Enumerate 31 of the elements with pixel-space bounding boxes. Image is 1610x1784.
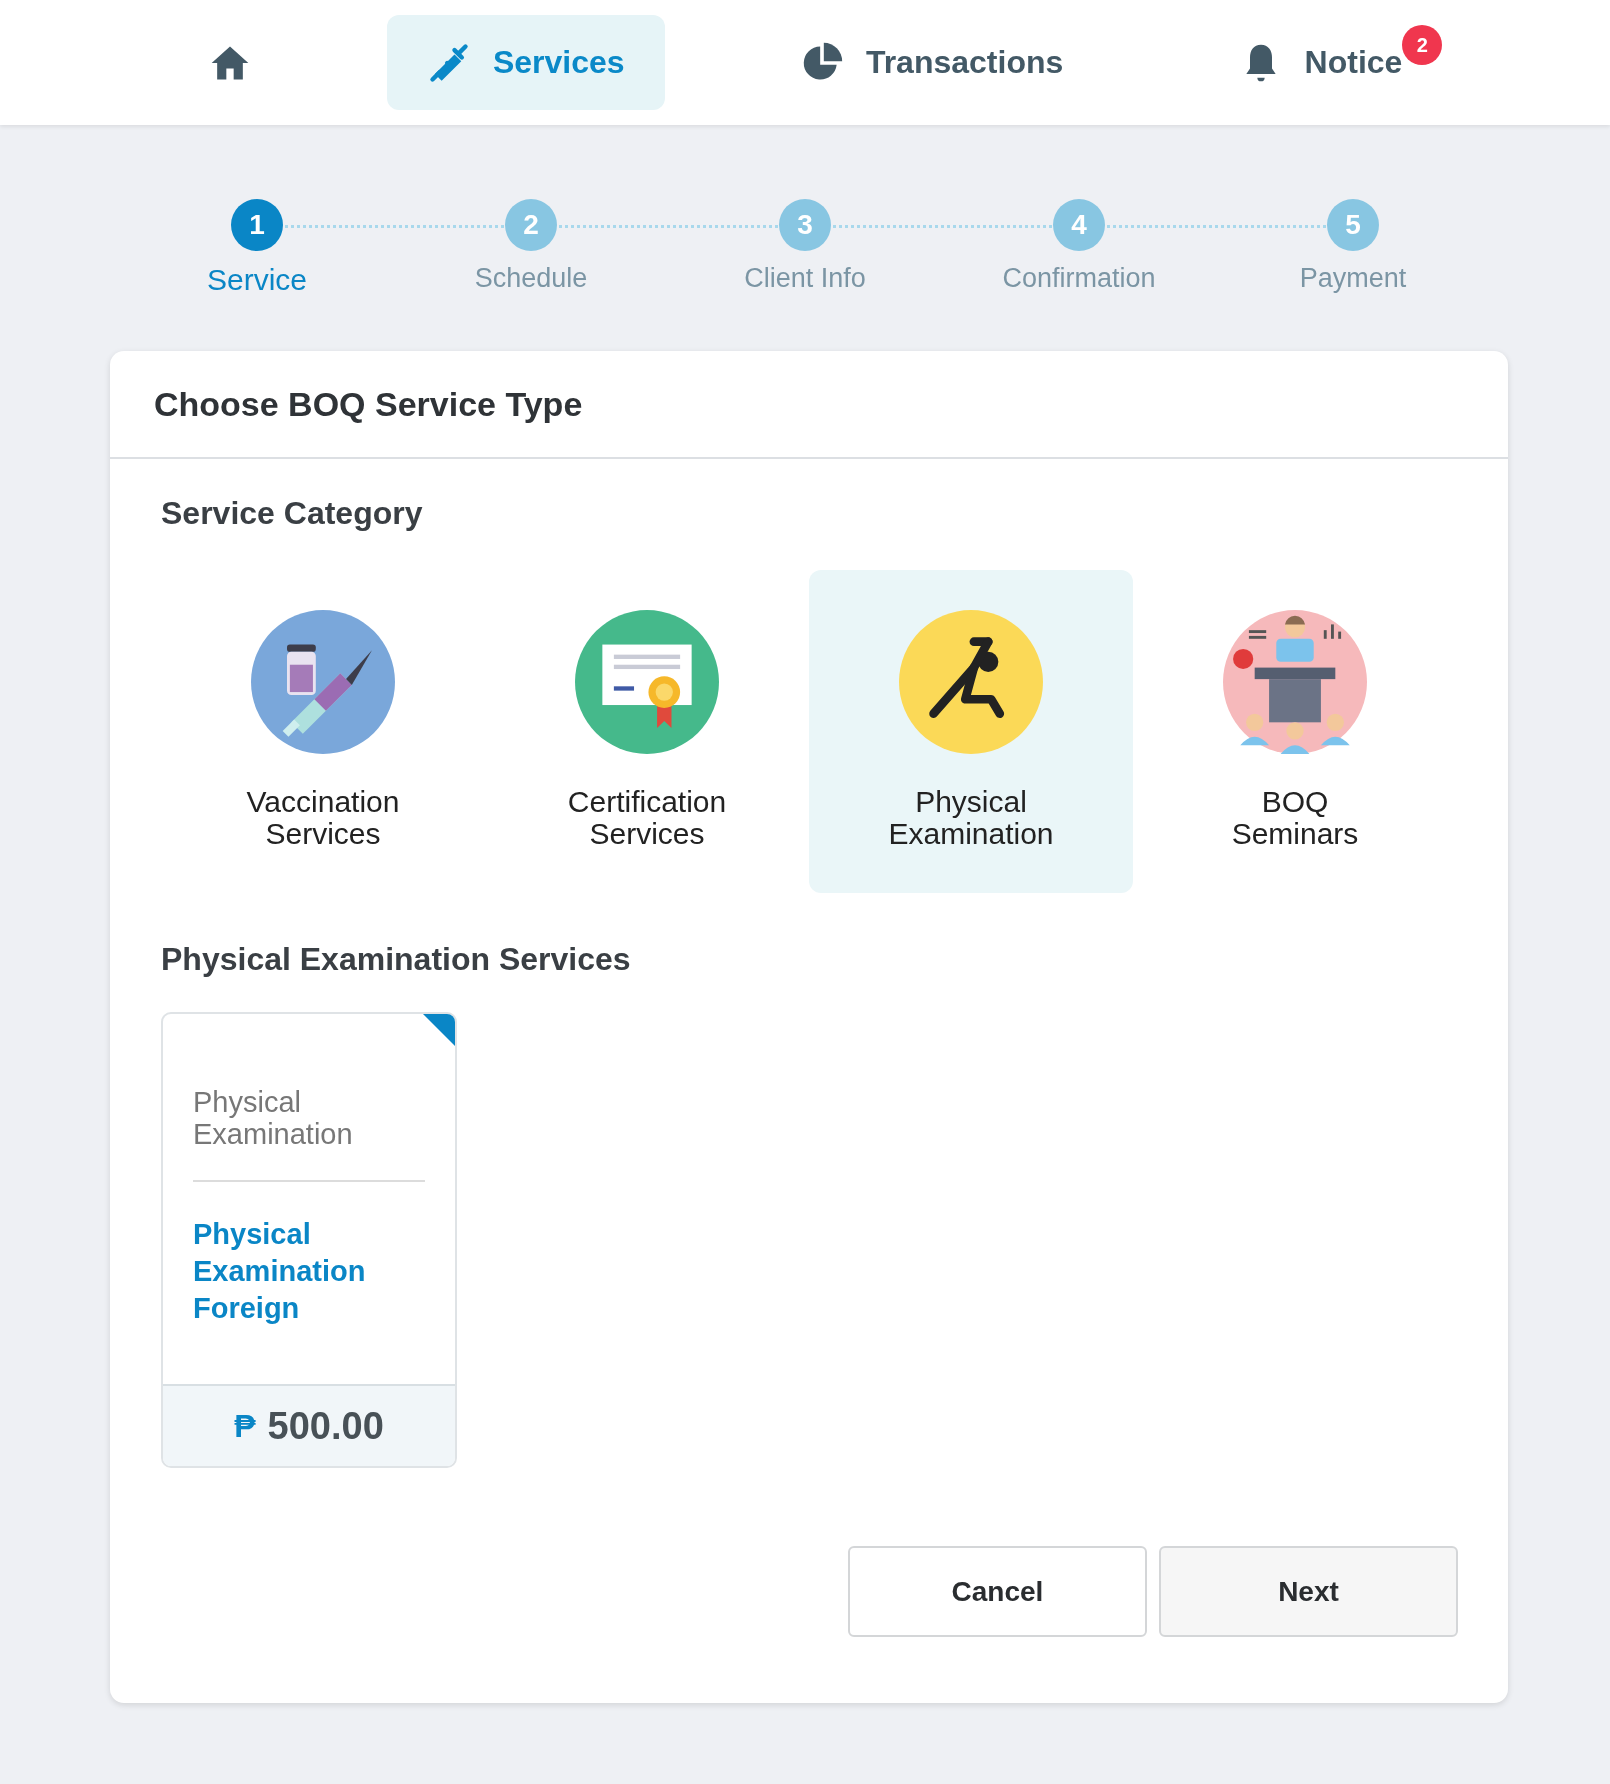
certificate-icon: [575, 610, 719, 754]
step-label: Client Info: [744, 263, 866, 294]
step-number: 2: [505, 199, 557, 251]
step-number: 5: [1327, 199, 1379, 251]
category-tile[interactable]: Vaccination Services: [161, 570, 485, 893]
section-heading: Physical Examination Services: [161, 941, 632, 978]
nav-tab[interactable]: Transactions: [759, 15, 1104, 110]
nav-tab[interactable]: Notice 2: [1198, 15, 1443, 110]
step-label: Payment: [1299, 263, 1407, 294]
step-label: Confirmation: [1002, 263, 1156, 294]
seminar-speaker-icon: [1223, 610, 1367, 754]
price-amount: 500.00: [267, 1404, 384, 1448]
category-tile[interactable]: Certification Services: [485, 570, 809, 893]
cancel-button[interactable]: Cancel: [848, 1546, 1147, 1637]
step-number: 4: [1053, 199, 1105, 251]
service-category: Physical Examination: [193, 1086, 354, 1150]
step-label: Schedule: [474, 263, 588, 294]
vaccine-icon: [251, 610, 395, 754]
service-card[interactable]: Physical Examination Physical Examination Foreign ₱ 500.00: [161, 1012, 457, 1468]
step-number: 3: [779, 199, 831, 251]
currency-symbol: ₱: [234, 1407, 256, 1445]
next-button[interactable]: Next: [1159, 1546, 1458, 1637]
category-tile[interactable]: Physical Examination: [809, 570, 1133, 893]
stretching-figure-icon: [899, 610, 1043, 754]
category-tile[interactable]: BOQ Seminars: [1133, 570, 1457, 893]
notification-badge: 2: [1402, 25, 1443, 65]
service-name: Physical Examination Foreign: [193, 1217, 367, 1326]
section-heading: Service Category: [161, 495, 424, 532]
step-label: Service: [206, 263, 307, 297]
step-number: 1: [231, 199, 283, 251]
panel-title: Choose BOQ Service Type: [154, 384, 583, 424]
